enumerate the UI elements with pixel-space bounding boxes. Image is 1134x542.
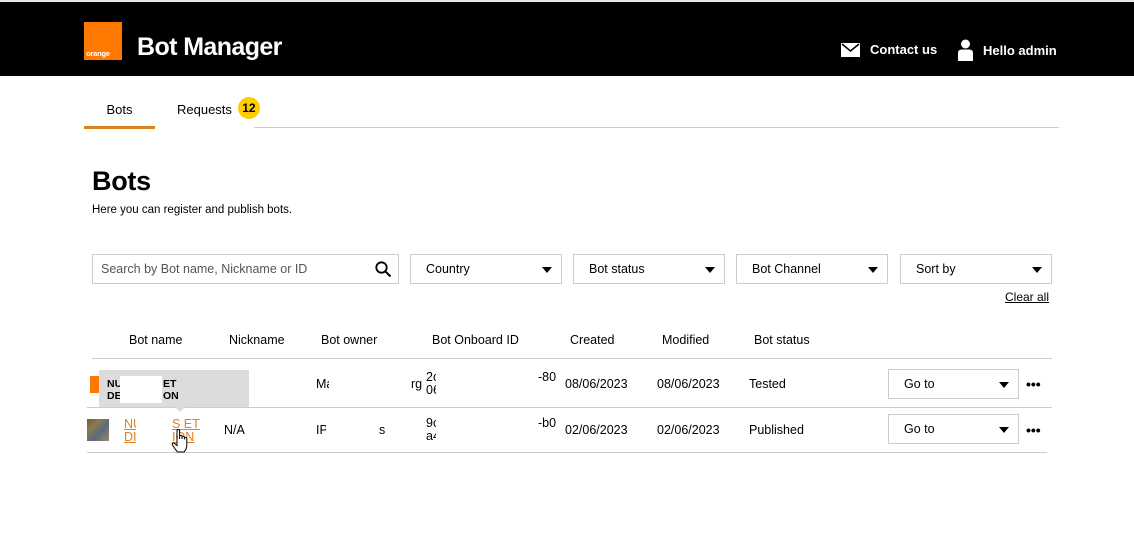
tab-bots-label: Bots bbox=[106, 102, 133, 117]
bot-onboard-id-end: -80 bbox=[538, 370, 557, 384]
orange-logo[interactable]: orange bbox=[84, 22, 122, 60]
sort-by-select[interactable]: Sort by bbox=[900, 254, 1052, 284]
redacted-region bbox=[120, 376, 162, 403]
contact-us-label: Contact us bbox=[870, 42, 938, 57]
bot-owner-end: s bbox=[379, 423, 386, 437]
redacted-region bbox=[329, 366, 409, 404]
more-options-icon[interactable]: ••• bbox=[1026, 422, 1041, 438]
chevron-down-icon bbox=[999, 427, 1009, 433]
chevron-down-icon bbox=[868, 267, 878, 273]
contact-us-link[interactable]: Contact us bbox=[841, 42, 937, 57]
column-header-nickname[interactable]: Nickname bbox=[229, 333, 285, 347]
tab-baseline bbox=[254, 127, 1059, 128]
tab-requests-label: Requests bbox=[177, 102, 232, 117]
column-header-modified[interactable]: Modified bbox=[662, 333, 709, 347]
tab-bar: Bots Requests 12 bbox=[84, 92, 1059, 130]
tab-requests[interactable]: Requests 12 bbox=[177, 92, 260, 129]
column-header-bot-status[interactable]: Bot status bbox=[754, 333, 810, 347]
go-to-label: Go to bbox=[904, 422, 935, 436]
top-header: orange Bot Manager Contact us Hello admi… bbox=[0, 0, 1134, 76]
column-header-bot-onboard-id[interactable]: Bot Onboard ID bbox=[432, 333, 519, 347]
bot-name-tooltip: NU DE ET ON bbox=[99, 370, 249, 412]
bot-channel-select-label: Bot Channel bbox=[752, 262, 821, 276]
page-subtitle: Here you can register and publish bots. bbox=[92, 204, 293, 216]
tab-bots[interactable]: Bots bbox=[84, 92, 155, 129]
row-divider bbox=[87, 407, 1052, 408]
requests-count-badge: 12 bbox=[237, 97, 260, 119]
go-to-select[interactable]: Go to bbox=[888, 369, 1019, 399]
tooltip-arrow bbox=[175, 407, 185, 412]
hand-pointer-cursor-icon bbox=[171, 429, 188, 453]
table-header-divider bbox=[92, 358, 1052, 359]
chevron-down-icon bbox=[542, 267, 552, 273]
mail-icon bbox=[841, 42, 860, 57]
nickname: N/A bbox=[224, 423, 245, 437]
chevron-down-icon bbox=[1032, 267, 1042, 273]
page-title: Bots bbox=[92, 166, 151, 196]
column-header-bot-owner[interactable]: Bot owner bbox=[321, 333, 377, 347]
search-box bbox=[92, 254, 399, 284]
logo-text: orange bbox=[86, 49, 110, 58]
tooltip-line2-end: ON bbox=[163, 390, 179, 402]
tooltip-text-end: ET ON bbox=[163, 378, 179, 402]
country-select-label: Country bbox=[426, 262, 470, 276]
sort-by-select-label: Sort by bbox=[916, 262, 956, 276]
bot-status-select-label: Bot status bbox=[589, 262, 645, 276]
search-icon[interactable] bbox=[375, 261, 392, 278]
column-header-bot-name[interactable]: Bot name bbox=[129, 333, 183, 347]
redacted-region bbox=[436, 412, 536, 448]
go-to-label: Go to bbox=[904, 377, 935, 391]
user-icon bbox=[958, 39, 973, 61]
more-options-icon[interactable]: ••• bbox=[1026, 376, 1041, 392]
redacted-region bbox=[436, 366, 536, 404]
chevron-down-icon bbox=[705, 267, 715, 273]
redacted-region bbox=[326, 412, 376, 448]
bot-owner-end: rg bbox=[411, 377, 423, 391]
created-date: 02/06/2023 bbox=[565, 423, 628, 437]
bot-channel-select[interactable]: Bot Channel bbox=[736, 254, 888, 284]
tooltip-line1-end: ET bbox=[163, 378, 177, 390]
modified-date: 08/06/2023 bbox=[657, 377, 720, 391]
go-to-select[interactable]: Go to bbox=[888, 414, 1019, 444]
column-header-created[interactable]: Created bbox=[570, 333, 614, 347]
chevron-down-icon bbox=[999, 382, 1009, 388]
bot-status-select[interactable]: Bot status bbox=[573, 254, 725, 284]
created-date: 08/06/2023 bbox=[565, 377, 628, 391]
country-select[interactable]: Country bbox=[410, 254, 562, 284]
search-input[interactable] bbox=[93, 255, 363, 283]
user-greeting: Hello admin bbox=[983, 42, 1057, 58]
orange-logo-icon bbox=[90, 376, 99, 393]
bot-status: Tested bbox=[749, 377, 786, 391]
nuances-logo-icon bbox=[87, 419, 109, 441]
bot-onboard-id-end: -b0 bbox=[538, 416, 557, 430]
row-divider bbox=[87, 452, 1047, 453]
bot-status: Published bbox=[749, 423, 804, 437]
modified-date: 02/06/2023 bbox=[657, 423, 720, 437]
redacted-region bbox=[136, 412, 170, 448]
clear-all-link[interactable]: Clear all bbox=[1005, 290, 1049, 304]
app-title: Bot Manager bbox=[137, 33, 282, 61]
user-menu[interactable]: Hello admin bbox=[958, 39, 1057, 61]
